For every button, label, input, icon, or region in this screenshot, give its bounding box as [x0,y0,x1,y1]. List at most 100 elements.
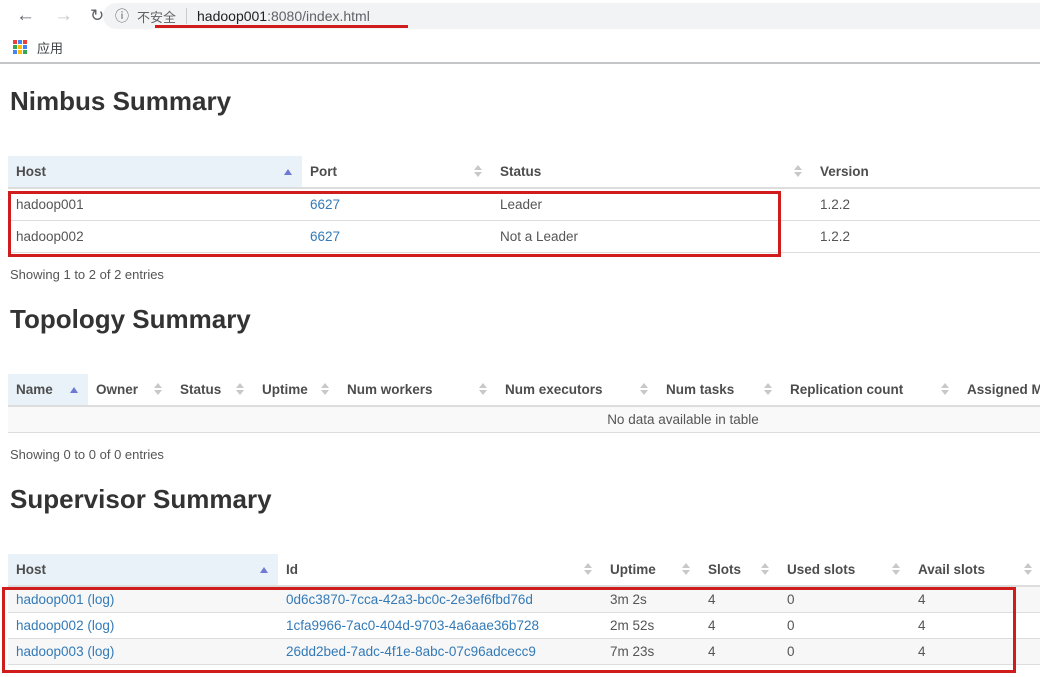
sort-both-icon [682,563,690,575]
cell-id: 26dd2bed-7adc-4f1e-8abc-07c96adcecc9 [278,638,602,665]
log-link[interactable]: (log) [87,592,114,607]
cell-id: 0d6c3870-7cca-42a3-bc0c-2e3ef6fbd76d [278,586,602,613]
cell-slots: 4 [700,612,779,639]
sort-both-icon [1024,563,1032,575]
cell-avail-slots: 4 [910,612,1040,639]
cell-host: hadoop001 (log) [8,586,278,613]
host-link[interactable]: hadoop003 [16,644,84,659]
storm-ui-page: Nimbus Summary Host Port Status Version hado… [0,86,1040,665]
port-link[interactable]: 6627 [310,229,340,244]
cell-status: Leader [492,188,812,221]
port-link[interactable]: 6627 [310,197,340,212]
topology-summary-table: Name Owner Status Uptime Num workers Num exec… [8,374,1040,433]
cell-used-slots: 0 [779,612,910,639]
sort-asc-icon [260,567,268,573]
column-header-name[interactable]: Name [8,374,88,407]
column-header-used-slots[interactable]: Used slots [779,554,910,587]
cell-uptime: 7m 23s [602,638,700,665]
url-host: hadoop001 [197,8,268,24]
column-header-avail-slots[interactable]: Avail slots [910,554,1040,587]
nimbus-entries-info: Showing 1 to 2 of 2 entries [10,267,164,282]
sort-both-icon [236,383,244,395]
sort-asc-icon [284,169,292,175]
cell-port: 6627 [302,188,492,221]
cell-avail-slots: 4 [910,638,1040,665]
url-text[interactable]: hadoop001:8080/index.html [197,8,370,24]
sort-both-icon [764,383,772,395]
cell-slots: 4 [700,638,779,665]
sort-both-icon [794,165,802,177]
address-bar[interactable]: ⓘ 不安全 hadoop001:8080/index.html [103,3,1040,29]
cell-version: 1.2.2 [812,188,1040,221]
topology-empty-row: No data available in table [8,406,1040,433]
cell-host: hadoop002 (log) [8,612,278,639]
cell-version: 1.2.2 [812,220,1040,253]
sort-both-icon [321,383,329,395]
nimbus-row: hadoop001 6627 Leader 1.2.2 [8,188,1040,221]
empty-message-cell: No data available in table [8,406,1040,433]
cell-slots: 4 [700,586,779,613]
apps-bookmark-label[interactable]: 应用 [37,38,63,57]
topology-entries-info: Showing 0 to 0 of 0 entries [10,447,164,462]
sort-asc-icon [70,387,78,393]
cell-used-slots: 0 [779,638,910,665]
cell-host: hadoop003 (log) [8,638,278,665]
apps-grid-icon[interactable] [13,40,27,54]
cell-port: 6627 [302,220,492,253]
column-header-num-tasks[interactable]: Num tasks [658,374,782,407]
column-header-num-workers[interactable]: Num workers [339,374,497,407]
column-header-status[interactable]: Status [492,156,812,189]
sort-both-icon [941,383,949,395]
supervisor-id-link[interactable]: 0d6c3870-7cca-42a3-bc0c-2e3ef6fbd76d [286,592,533,607]
nimbus-summary-title: Nimbus Summary [10,86,232,116]
sort-both-icon [761,563,769,575]
host-link[interactable]: hadoop002 [16,618,84,633]
bookmarks-bar: 应用 [0,32,1040,64]
column-header-version[interactable]: Version [812,156,1040,189]
sort-both-icon [154,383,162,395]
supervisor-row: hadoop002 (log) 1cfa9966-7ac0-404d-9703-4… [8,612,1040,639]
column-header-slots[interactable]: Slots [700,554,779,587]
info-icon[interactable]: ⓘ [115,6,129,26]
cell-used-slots: 0 [779,586,910,613]
security-label: 不安全 [137,9,177,25]
sort-both-icon [640,383,648,395]
column-header-num-executors[interactable]: Num executors [497,374,658,407]
log-link[interactable]: (log) [87,618,114,633]
nimbus-summary-table: Host Port Status Version hadoop001 6627 Leader… [8,156,1040,253]
supervisor-id-link[interactable]: 26dd2bed-7adc-4f1e-8abc-07c96adcecc9 [286,644,536,659]
cell-host: hadoop001 [8,188,302,221]
topology-summary-title: Topology Summary [10,304,251,334]
supervisor-summary-table: Host Id Uptime Slots Used slots Avail slots ha… [8,554,1040,665]
column-header-uptime[interactable]: Uptime [602,554,700,587]
cell-id: 1cfa9966-7ac0-404d-9703-4a6aae36b728 [278,612,602,639]
sort-both-icon [474,165,482,177]
sort-both-icon [479,383,487,395]
cell-uptime: 3m 2s [602,586,700,613]
column-header-replication-count[interactable]: Replication count [782,374,959,407]
cell-host: hadoop002 [8,220,302,253]
nimbus-row: hadoop002 6627 Not a Leader 1.2.2 [8,220,1040,253]
column-header-status[interactable]: Status [172,374,254,407]
column-header-host[interactable]: Host [8,554,278,587]
forward-icon[interactable]: → [54,3,73,29]
supervisor-id-link[interactable]: 1cfa9966-7ac0-404d-9703-4a6aae36b728 [286,618,539,633]
log-link[interactable]: (log) [87,644,114,659]
cell-avail-slots: 4 [910,586,1040,613]
sort-both-icon [892,563,900,575]
supervisor-summary-title: Supervisor Summary [10,484,272,514]
column-header-assigned-mem-mb-[interactable]: Assigned Mem (MB) [959,374,1040,407]
cell-status: Not a Leader [492,220,812,253]
url-path: :8080/index.html [267,8,370,24]
column-header-host[interactable]: Host [8,156,302,189]
column-header-uptime[interactable]: Uptime [254,374,339,407]
sort-both-icon [584,563,592,575]
column-header-port[interactable]: Port [302,156,492,189]
column-header-owner[interactable]: Owner [88,374,172,407]
supervisor-row: hadoop001 (log) 0d6c3870-7cca-42a3-bc0c-2… [8,586,1040,613]
browser-toolbar: ← → ↻ ⓘ 不安全 hadoop001:8080/index.html [0,0,1040,32]
column-header-id[interactable]: Id [278,554,602,587]
back-icon[interactable]: ← [16,3,35,29]
host-link[interactable]: hadoop001 [16,592,84,607]
supervisor-row: hadoop003 (log) 26dd2bed-7adc-4f1e-8abc-0… [8,638,1040,665]
